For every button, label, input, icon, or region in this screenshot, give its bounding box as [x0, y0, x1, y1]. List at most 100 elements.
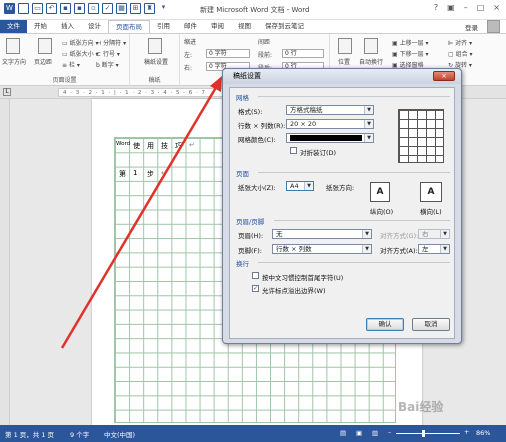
tab-save-cloud-notes[interactable]: 保存到云笔记 [258, 20, 311, 33]
grid-cell-text: 步 [147, 170, 154, 178]
size-button[interactable]: ▭ 纸张大小 ▾ [62, 49, 99, 58]
paper-size-select[interactable]: A4 ▼ [286, 181, 314, 191]
paper-size-value: A4 [290, 182, 299, 190]
opt1-label: 按中文习惯控制首尾字符(U) [262, 274, 344, 282]
spelling-icon[interactable]: ✓ [102, 3, 113, 14]
page-setup-group-label: 页面设置 [52, 77, 77, 84]
zoom-in-icon[interactable]: + [464, 428, 469, 436]
spacing-before-input[interactable]: 0 行 [282, 49, 324, 58]
header-select[interactable]: 无 ▼ [272, 229, 372, 239]
tab-design[interactable]: 设计 [81, 20, 108, 33]
tab-page-layout[interactable]: 页面布局 [108, 20, 150, 33]
tab-home[interactable]: 开始 [27, 20, 54, 33]
print-layout-icon[interactable]: ▣ [356, 429, 362, 437]
undo-icon[interactable]: ↶ [46, 3, 57, 14]
tab-insert[interactable]: 插入 [54, 20, 81, 33]
section-grid-title: 网格 [236, 94, 249, 102]
indent-left-input[interactable]: 0 字符 [206, 49, 250, 58]
print-preview-icon[interactable]: ▫ [88, 3, 99, 14]
minimize-icon[interactable]: – [464, 3, 468, 12]
new-document-icon[interactable] [18, 3, 29, 14]
alt-binding-checkbox[interactable] [290, 147, 297, 154]
orientation-button[interactable]: ▭ 纸张方向 ▾ [62, 38, 99, 47]
ribbon-tabs: 文件 开始 插入 设计 页面布局 引用 邮件 审阅 视图 保存到云笔记 [0, 20, 506, 33]
word-count[interactable]: 9 个字 [70, 429, 89, 439]
tab-review[interactable]: 审阅 [204, 20, 231, 33]
indent-right-label: 右: [184, 65, 193, 72]
wrap-text-button[interactable]: 自动换行 [359, 57, 383, 66]
chevron-down-icon: ▼ [364, 120, 373, 128]
help-icon[interactable]: ? [434, 3, 438, 12]
tab-view[interactable]: 视图 [231, 20, 258, 33]
bring-forward-button[interactable]: ▣ 上移一层 ▾ [392, 38, 429, 47]
format-label: 格式(S): [238, 108, 263, 116]
wrap-text-icon[interactable] [364, 38, 378, 54]
zoom-slider[interactable] [396, 433, 460, 434]
insert-table-icon[interactable]: ⊞ [130, 3, 141, 14]
header-label: 页眉(H): [238, 232, 264, 240]
header-value: 无 [276, 230, 283, 238]
chevron-down-icon: ▼ [364, 134, 373, 142]
indent-heading: 缩进 [184, 39, 197, 46]
text-direction-icon[interactable] [6, 38, 20, 54]
save-icon[interactable]: ▪ [60, 3, 71, 14]
breaks-label: 分隔符 [103, 40, 122, 47]
header-align-select[interactable]: 右 ▼ [418, 229, 450, 239]
avatar[interactable] [487, 20, 500, 33]
zoom-out-icon[interactable]: – [388, 428, 391, 436]
grid-color-select[interactable]: ▼ [286, 133, 374, 143]
cancel-button[interactable]: 取消 [412, 318, 450, 331]
open-folder-icon[interactable]: ▭ [32, 3, 43, 14]
maximize-icon[interactable]: □ [477, 3, 485, 12]
draft-paper-button[interactable]: 稿纸设置 [141, 57, 171, 66]
columns-button[interactable]: ≡ 栏 ▾ [62, 60, 80, 69]
line-numbers-button[interactable]: ⊏ 行号 ▾ [96, 49, 120, 58]
page-count[interactable]: 第 1 页，共 1 页 [5, 429, 54, 439]
breaks-button[interactable]: ⊣ 分隔符 ▾ [96, 38, 126, 47]
zoom-level[interactable]: 86% [476, 429, 490, 437]
opt1-checkbox[interactable] [252, 272, 259, 279]
group-button[interactable]: ▢ 组合 ▾ [448, 49, 473, 58]
align-label: 对齐 [455, 40, 468, 47]
footer-align-select[interactable]: 左 ▼ [418, 244, 450, 254]
position-icon[interactable] [338, 38, 352, 54]
language-indicator[interactable]: 中文(中国) [104, 429, 135, 439]
save-as-icon[interactable]: ▪ [74, 3, 85, 14]
customize-qat-icon[interactable]: ▾ [158, 3, 169, 14]
rows-cols-value: 20 × 20 [290, 120, 317, 128]
draft-paper-icon[interactable] [148, 38, 162, 54]
read-mode-icon[interactable]: ▤ [340, 429, 346, 437]
ok-button[interactable]: 确认 [366, 318, 404, 331]
ribbon-display-icon[interactable]: ▣ [447, 3, 455, 12]
grid-cell-text: 技 [161, 142, 168, 150]
zoom-slider-thumb[interactable] [422, 430, 426, 437]
close-icon[interactable]: × [493, 3, 500, 12]
section-page-title: 页面 [236, 170, 249, 178]
spacing-before-label: 段前: [258, 52, 273, 59]
align-button[interactable]: ⊫ 对齐 ▾ [448, 38, 472, 47]
text-direction-button[interactable]: 文字方向 [2, 57, 26, 66]
portrait-button[interactable]: A [370, 182, 390, 202]
margins-icon[interactable] [38, 38, 52, 54]
login-link[interactable]: 登录 [465, 22, 478, 32]
tab-references[interactable]: 引用 [150, 20, 177, 33]
tab-selector-icon[interactable]: L [3, 88, 11, 96]
opt2-checkbox[interactable]: ✓ [252, 285, 259, 292]
web-layout-icon[interactable]: ▥ [372, 429, 378, 437]
format-select[interactable]: 方格式稿纸 ▼ [286, 105, 374, 115]
landscape-button[interactable]: A [420, 182, 442, 202]
hyphenation-button[interactable]: b 断字 ▾ [96, 60, 119, 69]
rows-cols-select[interactable]: 20 × 20 ▼ [286, 119, 374, 129]
format-painter-icon[interactable]: ♜ [144, 3, 155, 14]
tab-mailings[interactable]: 邮件 [177, 20, 204, 33]
table-icon[interactable]: ▦ [116, 3, 127, 14]
tab-file[interactable]: 文件 [0, 20, 27, 33]
position-button[interactable]: 位置 [338, 57, 350, 66]
window-controls: ? ▣ – □ × [434, 3, 500, 12]
footer-select[interactable]: 行数 × 列数 ▼ [272, 244, 372, 254]
send-backward-button[interactable]: ▣ 下移一层 ▾ [392, 49, 429, 58]
margins-button[interactable]: 页边距 [34, 57, 52, 66]
footer-align-label: 对齐方式(A): [380, 247, 418, 255]
dialog-close-button[interactable]: × [433, 71, 455, 81]
section-divider [258, 262, 450, 263]
